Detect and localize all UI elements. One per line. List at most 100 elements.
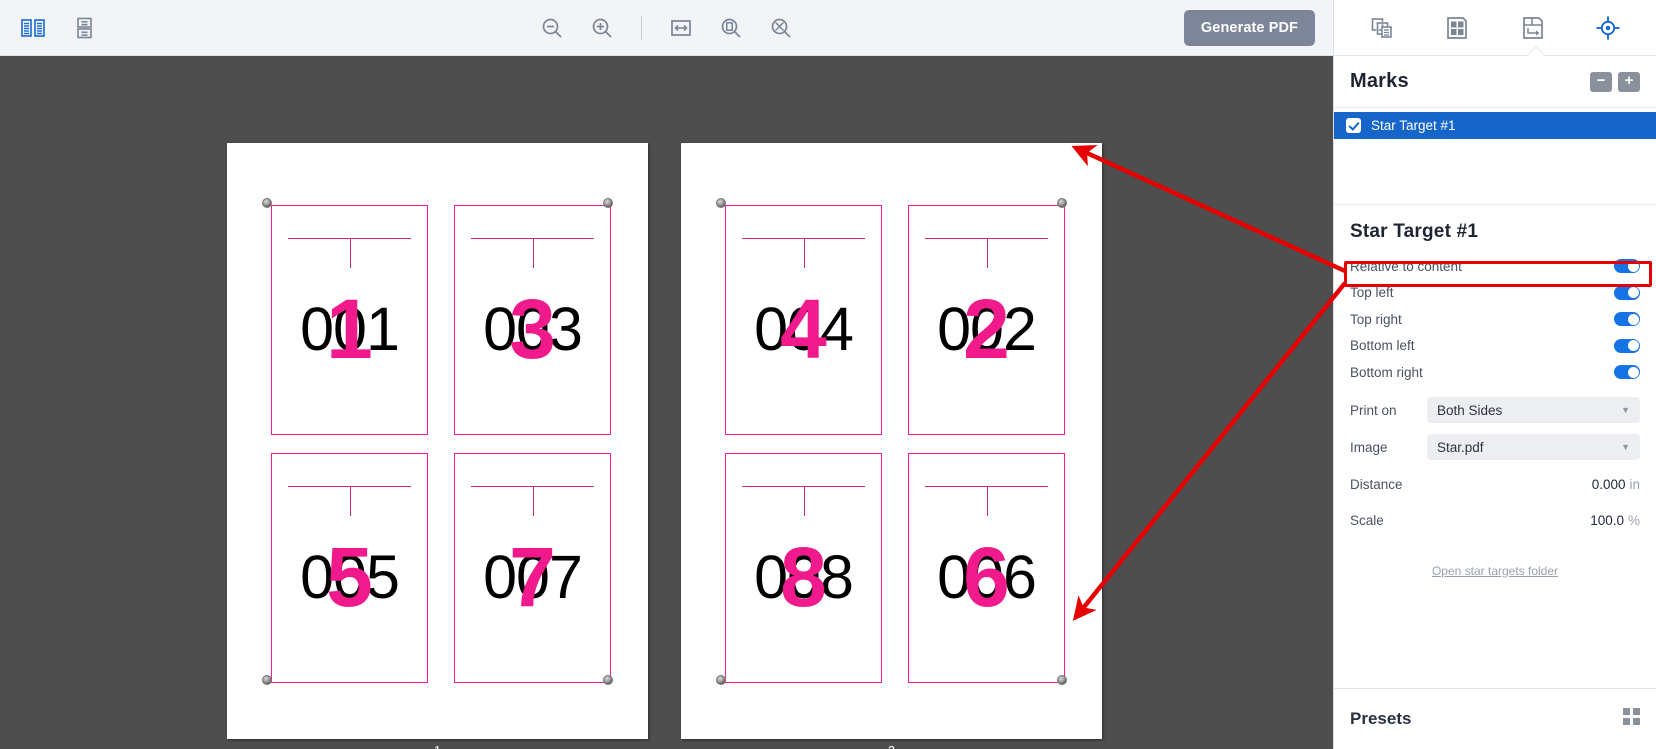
print-on-value: Both Sides [1437,402,1503,418]
card-number-group: 002 2 [909,282,1064,376]
sheet-page-1[interactable]: 001 1 003 3 005 5 007 7 [227,143,648,739]
top-toolbar: Generate PDF [0,0,1333,56]
prop-label: Bottom left [1350,338,1415,354]
card-number-group: 005 5 [272,535,427,619]
distance-value[interactable]: 0.000 [1592,477,1626,492]
star-target-top-right[interactable] [1057,198,1067,208]
app-window: Generate PDF 001 1 003 3 005 5 007 7 004… [0,0,1656,749]
prop-label: Top right [1350,311,1402,327]
card[interactable]: 002 2 [908,205,1065,435]
marks-list: Star Target #1 [1334,108,1656,139]
mark-properties: Star Target #1 Relative to content Top l… [1334,205,1656,580]
star-target-bottom-right[interactable] [603,675,613,685]
distance-unit: in [1629,477,1640,492]
card-number-pink: 4 [780,282,827,376]
card-number-pink: 6 [963,530,1010,624]
top-left-toggle[interactable] [1614,285,1640,300]
grid-squares-icon[interactable] [1623,708,1640,730]
bottom-left-toggle[interactable] [1614,338,1640,353]
card-number-group: 001 1 [272,287,427,371]
prop-label: Top left [1350,285,1394,301]
zoom-out-icon[interactable] [537,13,567,43]
crop-tick [803,238,805,268]
scale-value[interactable]: 100.0 [1590,513,1624,528]
preview-canvas[interactable]: 001 1 003 3 005 5 007 7 004 4 002 2 008 … [0,56,1333,749]
prop-print-on: Print on Both Sides ▼ [1350,392,1640,429]
fit-page-icon[interactable] [716,13,746,43]
card-number-pink: 7 [509,530,556,624]
crop-tick [532,486,534,516]
toolbar-divider [641,15,642,40]
prop-top-left: Top left [1350,280,1640,307]
star-target-top-left[interactable] [716,198,726,208]
toolbar-actions: Generate PDF [1183,9,1333,46]
toolbar-zoom-controls [0,13,1333,43]
sheet-label-2: 2 [681,744,1102,749]
sheet-page-2[interactable]: 004 4 002 2 008 8 006 6 [681,143,1102,739]
crop-tick [803,486,805,516]
crop-tick [986,486,988,516]
crop-tick [349,238,351,268]
star-target-top-right[interactable] [603,198,613,208]
mark-label: Star Target #1 [1371,118,1456,133]
list-item[interactable]: Star Target #1 [1334,112,1656,139]
marks-title: Marks [1350,70,1409,92]
card[interactable]: 008 8 [725,453,882,683]
pages-tab[interactable] [1363,11,1401,45]
image-select[interactable]: Star.pdf ▼ [1427,434,1640,460]
remove-mark-button[interactable]: − [1590,71,1612,92]
card-number-pink: 2 [963,282,1010,376]
prop-scale: Scale 100.0 % [1350,506,1640,536]
imposition-tab[interactable] [1514,11,1552,45]
image-value: Star.pdf [1437,439,1484,455]
bottom-right-toggle[interactable] [1614,365,1640,380]
marks-tab[interactable] [1589,11,1627,45]
prop-label: Print on [1350,402,1397,418]
stacked-sheets-icon[interactable] [70,13,100,43]
relative-to-content-toggle[interactable] [1614,259,1640,274]
star-target-bottom-left[interactable] [262,675,272,685]
card-number-pink: 3 [509,282,556,376]
card-number-group: 003 3 [455,282,610,376]
card[interactable]: 005 5 [271,453,428,683]
generate-pdf-button[interactable]: Generate PDF [1183,9,1315,46]
presets-section[interactable]: Presets [1334,689,1656,749]
chevron-down-icon: ▼ [1621,442,1630,452]
card-number-group: 007 7 [455,530,610,624]
prop-image: Image Star.pdf ▼ [1350,429,1640,466]
print-on-select[interactable]: Both Sides ▼ [1427,397,1640,423]
star-target-top-left[interactable] [262,198,272,208]
crop-tick [986,238,988,268]
card[interactable]: 004 4 [725,205,882,435]
active-tab-caret [1528,47,1544,56]
crop-tick [349,486,351,516]
add-mark-button[interactable]: + [1618,71,1640,92]
mark-checkbox[interactable] [1346,118,1361,133]
card[interactable]: 006 6 [908,453,1065,683]
card-grid-1: 001 1 003 3 005 5 007 7 [271,205,611,683]
editor-area: Generate PDF 001 1 003 3 005 5 007 7 004… [0,0,1333,749]
prop-label: Distance [1350,477,1403,492]
card[interactable]: 007 7 [454,453,611,683]
crop-tick [532,238,534,268]
prop-label: Bottom right [1350,364,1423,380]
two-page-spread-icon[interactable] [18,13,48,43]
zoom-in-icon[interactable] [587,13,617,43]
card[interactable]: 001 1 [271,205,428,435]
card-grid-2: 004 4 002 2 008 8 006 6 [725,205,1065,683]
open-star-targets-folder-link[interactable]: Open star targets folder [1432,564,1558,578]
presets-title: Presets [1350,709,1412,728]
card-number-group: 008 8 [726,535,881,619]
fit-width-icon[interactable] [666,13,696,43]
layout-tab[interactable] [1438,11,1476,45]
prop-bottom-left: Bottom left [1350,333,1640,360]
card[interactable]: 003 3 [454,205,611,435]
zoom-reset-icon[interactable] [766,13,796,43]
star-target-bottom-left[interactable] [716,675,726,685]
card-number-group: 004 4 [726,282,881,376]
top-right-toggle[interactable] [1614,312,1640,327]
star-target-bottom-right[interactable] [1057,675,1067,685]
marks-header: Marks − + [1334,56,1656,108]
prop-top-right: Top right [1350,306,1640,333]
prop-bottom-right: Bottom right [1350,359,1640,386]
